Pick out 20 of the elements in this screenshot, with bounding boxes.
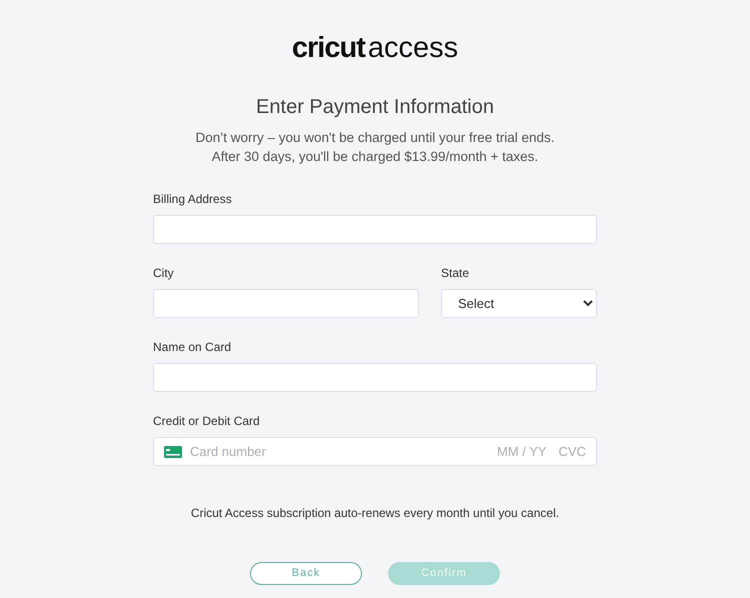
info-text: After 30 days, you'll be charged $13.99/month + taxes.	[212, 148, 538, 166]
state-select[interactable]: Select	[441, 289, 597, 318]
field-label: Name on Card	[153, 339, 232, 356]
logo: cricutaccess	[292, 34, 458, 63]
field-label: City	[153, 265, 175, 282]
text-field[interactable]	[153, 363, 597, 392]
info-text: Don’t worry – you won't be charged until your free trial ends.	[195, 129, 554, 147]
field-label: Billing Address	[153, 191, 233, 208]
card-number-placeholder: Card number	[190, 442, 267, 461]
field-label: Credit or Debit Card	[153, 413, 261, 430]
text-field[interactable]	[153, 215, 597, 244]
expiry-placeholder: MM / YY	[496, 442, 547, 461]
field-label: State	[441, 265, 470, 282]
card-icon	[164, 446, 182, 458]
cvc-placeholder: CVC	[558, 442, 586, 461]
card-field[interactable]: Card number MM / YY CVC	[153, 437, 597, 466]
text-field[interactable]	[153, 289, 419, 318]
back-button[interactable]: Back	[250, 562, 362, 585]
notice-text: Cricut Access subscription auto-renews every month until you cancel.	[190, 505, 560, 522]
page-title: Enter Payment Information	[256, 95, 494, 120]
